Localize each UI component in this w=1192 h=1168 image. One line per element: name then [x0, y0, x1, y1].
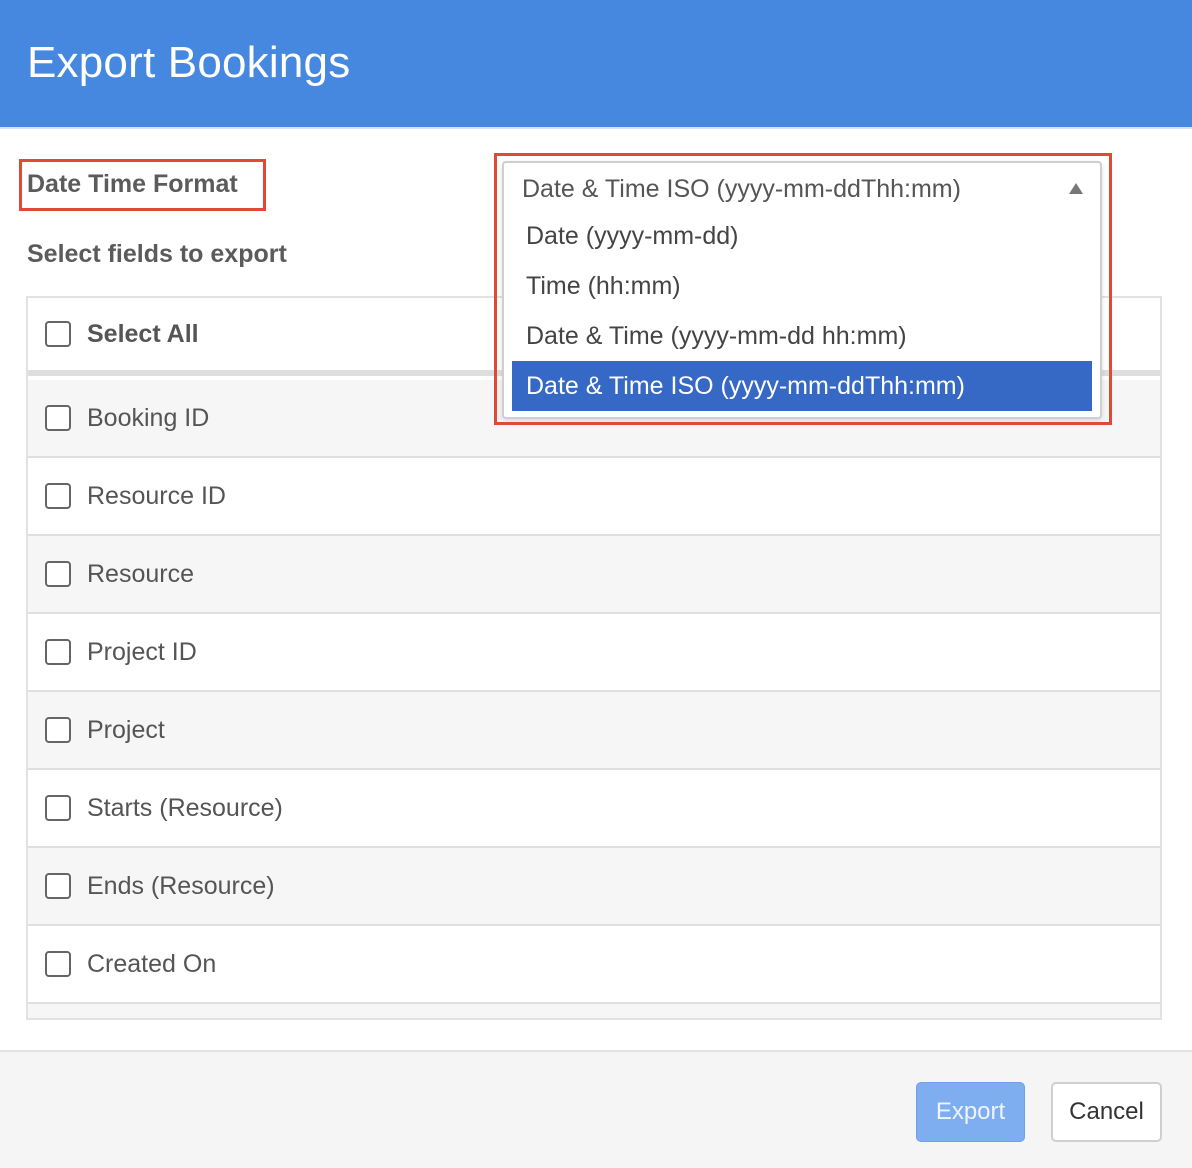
field-label: Project ID: [87, 637, 197, 666]
field-row-resource[interactable]: Resource: [28, 536, 1160, 614]
field-row-created-on[interactable]: Created On: [28, 926, 1160, 1004]
cancel-button[interactable]: Cancel: [1051, 1082, 1162, 1142]
field-label: Project: [87, 715, 165, 744]
field-label: Resource ID: [87, 481, 226, 510]
field-row-starts-resource[interactable]: Starts (Resource): [28, 770, 1160, 848]
field-row-project-id[interactable]: Project ID: [28, 614, 1160, 692]
list-item-partial: [28, 1004, 1160, 1018]
field-checkbox[interactable]: [45, 951, 71, 977]
export-button[interactable]: Export: [916, 1082, 1025, 1142]
field-checkbox[interactable]: [45, 717, 71, 743]
dialog-header: Export Bookings: [0, 0, 1192, 129]
field-checkbox[interactable]: [45, 873, 71, 899]
field-checkbox[interactable]: [45, 561, 71, 587]
select-fields-label: Select fields to export: [27, 240, 287, 268]
field-row-ends-resource[interactable]: Ends (Resource): [28, 848, 1160, 926]
highlight-box-select: [494, 153, 1112, 425]
dialog-title: Export Bookings: [27, 38, 351, 87]
field-checkbox[interactable]: [45, 483, 71, 509]
highlight-box-label: [19, 159, 266, 211]
field-label: Ends (Resource): [87, 871, 275, 900]
field-label: Created On: [87, 949, 217, 978]
field-checkbox[interactable]: [45, 639, 71, 665]
field-label: Booking ID: [87, 403, 210, 432]
select-all-label: Select All: [87, 319, 199, 348]
field-checkbox[interactable]: [45, 795, 71, 821]
field-row-project[interactable]: Project: [28, 692, 1160, 770]
field-label: Starts (Resource): [87, 793, 283, 822]
field-label: Resource: [87, 559, 194, 588]
field-checkbox[interactable]: [45, 405, 71, 431]
select-all-checkbox[interactable]: [45, 321, 71, 347]
field-row-resource-id[interactable]: Resource ID: [28, 458, 1160, 536]
